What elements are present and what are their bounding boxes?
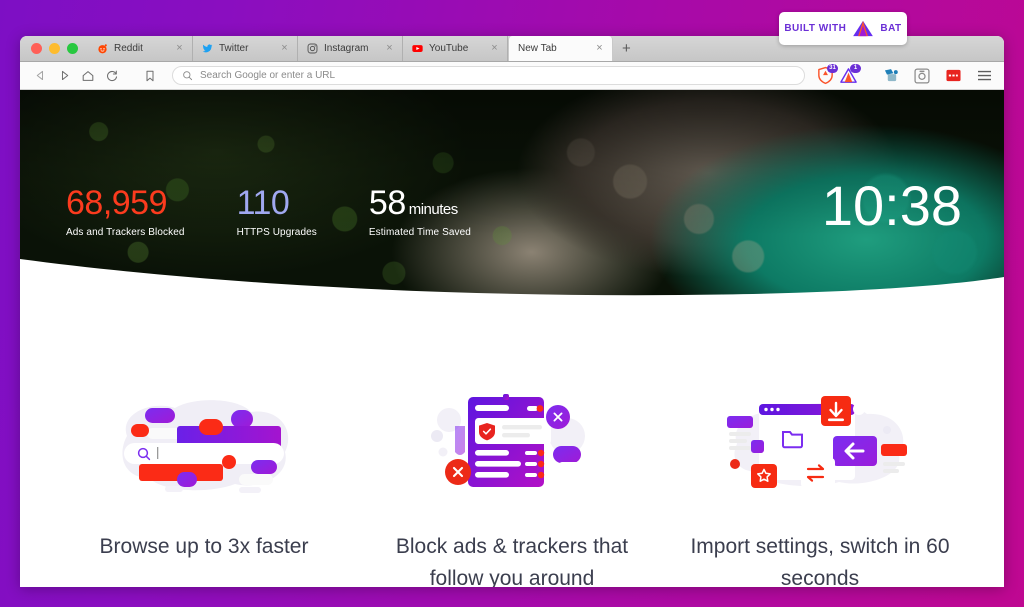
screenshot-camera-icon[interactable] [911, 65, 933, 87]
badge-suffix-label: BAT [880, 23, 902, 34]
home-icon[interactable] [77, 65, 99, 87]
stat-value-wrap: 58 minutes [369, 186, 471, 220]
hero-clock: 10:38 [821, 174, 962, 237]
stat-label: Ads and Trackers Blocked [66, 227, 185, 238]
window-traffic-lights [20, 36, 88, 61]
bookmark-icon[interactable] [139, 65, 161, 87]
feature-caption: Import settings, switch in 60 seconds [690, 535, 950, 587]
magnifier-icon [183, 71, 193, 81]
tab-title: Twitter [219, 42, 249, 54]
browser-tab-reddit[interactable]: Reddit × [88, 36, 193, 61]
stat-value: 58 [368, 184, 406, 222]
browser-window: Reddit × Twitter × Instagram × YouTube ×… [20, 36, 1004, 587]
back-arrow-icon[interactable] [29, 65, 51, 87]
browser-tab-youtube[interactable]: YouTube × [403, 36, 508, 61]
import-settings-illustration [727, 396, 907, 488]
address-bar-placeholder: Search Google or enter a URL [200, 70, 336, 81]
tab-close-button[interactable]: × [280, 42, 289, 54]
speed-search-illustration [122, 400, 289, 493]
tab-title: Instagram [324, 42, 369, 54]
tab-title: Reddit [114, 42, 143, 54]
tab-title: New Tab [518, 43, 557, 54]
shield-card-illustration [431, 394, 585, 487]
tab-close-button[interactable]: × [595, 43, 604, 54]
reddit-icon [98, 43, 107, 53]
built-with-bat-badge: BUILT WITH BAT [779, 12, 907, 45]
browser-tab-new-tab[interactable]: New Tab × [508, 36, 613, 61]
red-extension-icon[interactable] [942, 65, 964, 87]
new-tab-button[interactable]: + [613, 36, 640, 61]
stat-value: 68,959 [66, 184, 167, 222]
brave-rewards-triangle-icon[interactable]: 1 [839, 64, 861, 85]
feature-block-ads: Block ads & trackers that follow you aro… [358, 384, 666, 587]
bat-triangle-icon [853, 20, 874, 37]
shield-block-count: 31 [827, 64, 838, 73]
stat-value: 110 [236, 184, 290, 222]
hamburger-menu-icon[interactable] [973, 65, 995, 87]
address-bar[interactable]: Search Google or enter a URL [172, 66, 805, 85]
stat-label: HTTPS Upgrades [236, 227, 317, 238]
hero-stats: 68,959 Ads and Trackers Blocked 110 HTTP… [66, 186, 523, 238]
feature-caption: Block ads & trackers that follow you aro… [395, 535, 629, 587]
brave-sync-icon[interactable] [880, 65, 902, 87]
twitter-icon [202, 43, 213, 52]
browser-tab-instagram[interactable]: Instagram × [298, 36, 403, 61]
zoom-window-button[interactable] [67, 42, 78, 54]
browser-tab-twitter[interactable]: Twitter × [193, 36, 298, 61]
feature-import-settings: Import settings, switch in 60 seconds [666, 384, 974, 587]
shields-and-rewards-group: 31 1 [812, 64, 862, 87]
browser-toolbar: Search Google or enter a URL 31 1 [20, 62, 1004, 90]
tab-title: YouTube [429, 42, 469, 54]
stat-unit: minutes [408, 201, 459, 218]
youtube-icon [412, 44, 423, 52]
feature-caption: Browse up to 3x faster [99, 535, 309, 558]
forward-arrow-icon[interactable] [53, 65, 75, 87]
stat-time-saved: 58 minutes Estimated Time Saved [369, 186, 471, 238]
brave-shield-icon[interactable]: 31 [816, 64, 838, 85]
new-tab-hero: 68,959 Ads and Trackers Blocked 110 HTTP… [20, 90, 1004, 298]
hero-curve-mask [20, 259, 1004, 298]
close-window-button[interactable] [31, 42, 42, 54]
stat-label: Estimated Time Saved [368, 227, 471, 238]
feature-browse-faster: Browse up to 3x faster [50, 384, 358, 587]
tab-close-button[interactable]: × [490, 42, 499, 54]
reload-icon[interactable] [101, 65, 123, 87]
badge-prefix-label: BUILT WITH [784, 23, 847, 34]
minimize-window-button[interactable] [49, 42, 60, 54]
instagram-icon [307, 43, 318, 53]
tab-close-button[interactable]: × [385, 42, 394, 54]
stat-https-upgrades: 110 HTTPS Upgrades [237, 186, 317, 238]
tab-close-button[interactable]: × [175, 42, 184, 54]
feature-row: Browse up to 3x faster Block ads & track… [20, 298, 1004, 587]
stat-ads-blocked: 68,959 Ads and Trackers Blocked [66, 186, 185, 238]
rewards-notification-count: 1 [850, 64, 861, 73]
toolbar-right-icons [880, 65, 995, 87]
